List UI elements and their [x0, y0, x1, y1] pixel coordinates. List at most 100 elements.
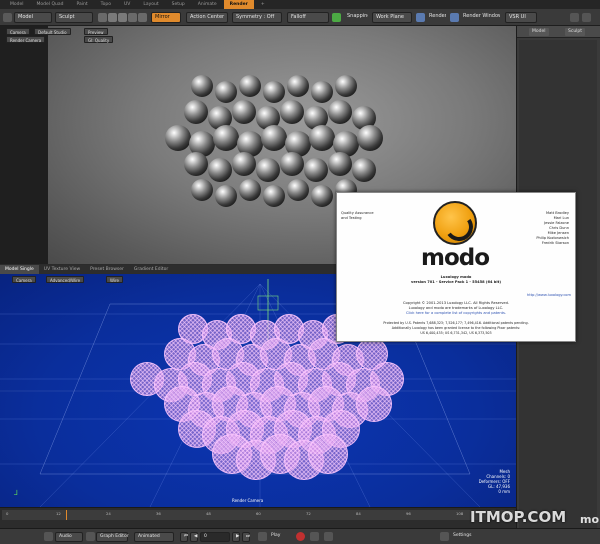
- chrome-sphere: [357, 125, 383, 151]
- about-dialog[interactable]: Quality Assurance and Testing Matt Brodl…: [336, 192, 576, 342]
- tab-setup[interactable]: Setup: [166, 0, 191, 9]
- frame-field[interactable]: 0: [200, 532, 230, 542]
- tab-uv[interactable]: UV: [118, 0, 136, 9]
- toolbar: Model Sculpt Mirror Action Center Symmet…: [0, 9, 600, 26]
- vsr-button[interactable]: VSR UI: [505, 12, 537, 23]
- chrome-sphere: [239, 179, 261, 201]
- tab-model-quad[interactable]: Model Quad: [31, 0, 70, 9]
- mo-badge: mo: [580, 513, 600, 526]
- viewport-gi-tag[interactable]: GI: Quality: [84, 36, 114, 43]
- settings-button[interactable]: Settings: [450, 532, 476, 542]
- animation-bar: Audio Graph Editor Animated ⏮ ◀ 0 ▶ ⏭ Pl…: [0, 528, 600, 544]
- sculpt-mode-button[interactable]: Sculpt: [55, 12, 93, 23]
- play-button[interactable]: Play: [268, 532, 290, 542]
- viewport-preview-tag[interactable]: Preview: [84, 28, 108, 35]
- qa-label-line2: and Testing: [341, 216, 362, 220]
- chrome-sphere: [215, 185, 237, 207]
- model-mode-button[interactable]: Model: [14, 12, 52, 23]
- viewport-tab-preset-browser[interactable]: Preset Browser: [85, 265, 129, 274]
- viewport-render-camera-tag[interactable]: Render Camera: [6, 36, 46, 43]
- snapping-toggle[interactable]: Snapping: [344, 12, 368, 23]
- animated-dropdown[interactable]: Animated: [134, 532, 174, 542]
- chrome-sphere: [261, 125, 287, 151]
- timeline-tick: 72: [306, 511, 311, 516]
- axis-icon: ⅃: [14, 489, 18, 497]
- timeline-tick: 36: [156, 511, 161, 516]
- chrome-sphere: [280, 152, 304, 176]
- tab-animate[interactable]: Animate: [192, 0, 223, 9]
- falloff-dropdown[interactable]: Falloff: [287, 12, 329, 23]
- render-window-button[interactable]: Render Window: [460, 12, 500, 23]
- timeline-tick: 0: [6, 511, 9, 516]
- viewport-tab-model-single[interactable]: Model Single: [0, 265, 39, 274]
- wire-mode-tag[interactable]: Advanced/Wire: [46, 276, 85, 283]
- help-icon[interactable]: [570, 13, 579, 22]
- timeline[interactable]: 0 12 24 36 48 60 72 84 96 108 120: [0, 507, 516, 528]
- next-frame-button[interactable]: ▶: [232, 532, 240, 542]
- tab-paint[interactable]: Paint: [70, 0, 93, 9]
- viewport-lighting-tag[interactable]: Default Studio: [34, 28, 71, 35]
- site-watermark: ITMOP.COM: [470, 508, 567, 526]
- chrome-sphere: [311, 81, 333, 103]
- first-frame-button[interactable]: ⏮: [180, 532, 188, 542]
- chrome-sphere: [232, 100, 256, 124]
- tab-render[interactable]: Render: [223, 0, 254, 9]
- wireframe-sphere: [356, 386, 392, 422]
- timeline-ruler[interactable]: 0 12 24 36 48 60 72 84 96 108 120: [2, 510, 514, 520]
- select-material-icon[interactable]: [138, 13, 147, 22]
- chrome-sphere: [263, 185, 285, 207]
- action-center-dropdown[interactable]: Action Center: [186, 12, 228, 23]
- chrome-sphere: [208, 158, 232, 182]
- select-vertex-icon[interactable]: [98, 13, 107, 22]
- copyright-link[interactable]: Click here for a complete list of copyri…: [337, 311, 575, 316]
- timeline-tick: 108: [456, 511, 464, 516]
- tab-sculpt[interactable]: Sculpt: [565, 28, 586, 36]
- mirror-button[interactable]: Mirror: [151, 12, 181, 23]
- select-item-icon[interactable]: [128, 13, 137, 22]
- viewport-camera-tag[interactable]: Camera: [6, 28, 30, 35]
- graph-editor-button[interactable]: Graph Editor: [96, 532, 129, 542]
- home-icon[interactable]: [3, 13, 12, 22]
- chrome-sphere: [287, 75, 309, 97]
- render-button[interactable]: Render: [426, 12, 446, 23]
- work-plane-dropdown[interactable]: Work Plane: [372, 12, 412, 23]
- chrome-sphere: [232, 152, 256, 176]
- chrome-sphere: [304, 158, 328, 182]
- viewport-tab-gradient-editor[interactable]: Gradient Editor: [129, 265, 173, 274]
- chrome-sphere: [239, 75, 261, 97]
- chrome-sphere: [165, 125, 191, 151]
- tab--[interactable]: +: [255, 0, 271, 9]
- website-link[interactable]: http://www.luxology.com: [527, 293, 571, 298]
- key-options-icon[interactable]: [324, 532, 333, 541]
- tab-topo[interactable]: Topo: [95, 0, 117, 9]
- symmetry-dropdown[interactable]: Symmetry : Off: [232, 12, 282, 23]
- timeline-tick: 48: [206, 511, 211, 516]
- workspace-tabs: Model Model Quad Paint Topo UV Layout Setup Ani…: [0, 0, 600, 9]
- chrome-sphere: [328, 100, 352, 124]
- chrome-sphere: [309, 125, 335, 151]
- tab-model[interactable]: Model: [529, 28, 549, 36]
- timeline-tick: 12: [56, 511, 61, 516]
- select-edge-icon[interactable]: [108, 13, 117, 22]
- record-icon[interactable]: [296, 532, 305, 541]
- wire-extra-tag[interactable]: Wire: [106, 276, 123, 283]
- properties-header: Model Sculpt: [517, 26, 600, 38]
- wireframe-sphere: [308, 434, 348, 474]
- select-polygon-icon[interactable]: [118, 13, 127, 22]
- chrome-sphere: [191, 179, 213, 201]
- audio-button[interactable]: Audio: [55, 532, 83, 542]
- layout-icon[interactable]: [582, 13, 591, 22]
- chrome-sphere: [352, 158, 376, 182]
- wire-camera-tag[interactable]: Camera: [12, 276, 36, 283]
- last-frame-button[interactable]: ⏭: [242, 532, 250, 542]
- tab-layout[interactable]: Layout: [137, 0, 164, 9]
- viewport-tab-uv-texture-view[interactable]: UV Texture View: [39, 265, 85, 274]
- key-icon[interactable]: [310, 532, 319, 541]
- patents-line3: US 6,400,435; US 6,731,342, US 6,373,503: [420, 331, 492, 335]
- settings-icon: [440, 532, 449, 541]
- timeline-playhead[interactable]: [66, 510, 67, 520]
- timeline-tick: 96: [406, 511, 411, 516]
- prev-frame-button[interactable]: ◀: [190, 532, 198, 542]
- chrome-sphere: [263, 81, 285, 103]
- tab-model[interactable]: Model: [4, 0, 30, 9]
